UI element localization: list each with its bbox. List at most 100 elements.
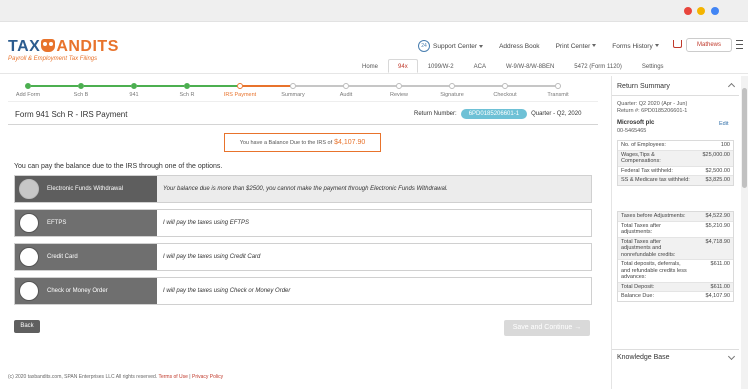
option-header: EFTPS [15,210,157,236]
radio-check[interactable] [19,281,39,301]
owl-icon [41,39,56,52]
tab-94x[interactable]: 94x [388,59,418,73]
step-label: Sch R [179,92,195,98]
top-links: 24 Support Center Address Book Print Cen… [418,39,659,53]
divider [612,95,739,96]
support-label: Support Center [433,42,478,50]
tab-aca[interactable]: ACA [464,59,496,73]
print-center-label: Print Center [555,42,591,50]
scrollbar[interactable] [741,76,748,389]
row-value: $25,000.00 [702,151,730,158]
logo-tagline: Payroll & Employment Tax Filings [8,56,98,62]
blue-dot-icon [711,7,719,15]
save-and-continue-button[interactable]: Save and Continue → [504,320,590,336]
option-label: EFTPS [47,220,67,226]
summary-table-bottom: Taxes before Adjustments: $4,522.90 Total… [617,211,734,302]
row-label: Total Deposit: [621,283,655,290]
option-description: I will pay the taxes using Credit Card [163,254,261,260]
step-dot [449,83,455,89]
edit-link[interactable]: Edit [719,121,728,127]
return-number-bar: Return Number: 6PD0185206601-1 Quarter -… [414,109,581,119]
option-credit-card[interactable]: Credit Card I will pay the taxes using C… [14,243,592,271]
privacy-link[interactable]: Privacy Policy [192,374,223,380]
summary-quarter: Quarter: Q2 2020 (Apr - Jun) [617,101,688,107]
table-row: No. of Employees: 100 [618,141,733,151]
quarter-label: Quarter - Q2, 2020 [531,111,582,117]
return-number-badge: 6PD0185206601-1 [460,109,528,119]
step-label: Sch B [73,92,89,98]
row-value: $4,718.90 [705,238,730,245]
row-label: Total Taxes after adjustments: [621,222,661,236]
menu-icon[interactable] [736,40,743,49]
row-value: $611.00 [710,261,730,267]
table-row: Federal Tax withheld: $2,500.00 [618,167,733,176]
progress-stepper: Add Form Sch B 941 Sch R IRS Payment Summary A… [0,83,598,101]
radio-eftps[interactable] [19,213,39,233]
address-book-link[interactable]: Address Book [499,43,539,50]
summary-meta: Quarter: Q2 2020 (Apr - Jun) Return #: 6… [617,101,687,115]
option-header: Electronic Funds Withdrawal [15,176,157,202]
user-menu[interactable]: Mathews [686,38,732,52]
forms-history-link[interactable]: Forms History [612,42,659,50]
option-description: Your balance due is more than $2500, you… [163,186,448,192]
step-label: 941 [129,92,139,98]
knowledge-base-title[interactable]: Knowledge Base [617,354,670,361]
step-label: Summary [281,92,305,98]
browser-chrome [0,0,748,22]
tab-settings[interactable]: Settings [632,59,674,73]
divider [8,124,598,125]
divider [612,349,739,350]
forms-history-label: Forms History [612,42,653,50]
row-value: 100 [720,142,730,148]
step-dot [25,83,31,89]
option-check-money-order[interactable]: Check or Money Order I will pay the taxe… [14,277,592,305]
terms-link[interactable]: Terms of Use [158,374,187,380]
step-dot [290,83,296,89]
company-name: Microsoft plc [617,120,655,126]
table-row: Total Deposit: $611.00 [618,282,733,292]
tab-w9-w8[interactable]: W-9/W-8/W-8BEN [496,59,564,73]
print-center-link[interactable]: Print Center [556,43,597,50]
step-label: IRS Payment [223,92,257,98]
tab-1099-w2[interactable]: 1099/W-2 [418,59,464,73]
scroll-thumb[interactable] [742,88,747,188]
tab-home[interactable]: Home [352,59,388,73]
footer: (c) 2020 taxbandits.com, SPAN Enterprise… [8,374,224,380]
step-dot [78,83,84,89]
continue-label: Save and Continue [512,324,573,331]
step-connector [137,85,184,87]
step-dot [343,83,349,89]
row-label: Taxes before Adjustments: [621,213,686,219]
logo-suffix: ANDITS [56,38,119,55]
option-header: Check or Money Order [15,278,157,304]
row-label: Total deposits, deferrals, and refundabl… [621,261,687,280]
row-value: $2,500.00 [705,167,730,174]
tab-5472[interactable]: 5472 (Form 1120) [564,59,632,73]
chevron-down-icon[interactable] [727,352,736,361]
radio-credit-card[interactable] [19,247,39,267]
option-eftps[interactable]: EFTPS I will pay the taxes using EFTPS [14,209,592,237]
step-label: Transmit [547,92,569,98]
step-connector [508,85,555,87]
taxbandits-logo[interactable]: TAX ANDITS Payroll & Employment Tax Filin… [8,39,120,69]
row-label: Balance Due: [621,293,655,299]
app-header: TAX ANDITS Payroll & Employment Tax Filin… [0,22,748,74]
support-icon: 24 [418,40,430,52]
step-label: Signature [440,92,464,98]
red-dot-icon [684,7,692,15]
step-connector [31,85,78,87]
chevron-up-icon[interactable] [727,82,736,91]
table-row: SS & Medicare tax withheld: $3,825.00 [618,176,733,185]
support-center-link[interactable]: 24 Support Center [418,40,484,52]
cart-icon[interactable] [673,40,682,48]
chevron-down-icon [479,44,484,48]
step-dot [131,83,137,89]
chevron-down-icon [654,43,659,47]
summary-table-top: No. of Employees: 100 Wages,Tips & Compen… [617,140,734,186]
back-button[interactable]: Back [14,320,40,333]
yellow-dot-icon [697,7,705,15]
page-title: Form 941 Sch R - IRS Payment [15,110,128,119]
step-dot [502,83,508,89]
table-row: Total deposits, deferrals, and refundabl… [618,260,733,283]
row-label: Federal Tax withheld: [621,167,673,174]
